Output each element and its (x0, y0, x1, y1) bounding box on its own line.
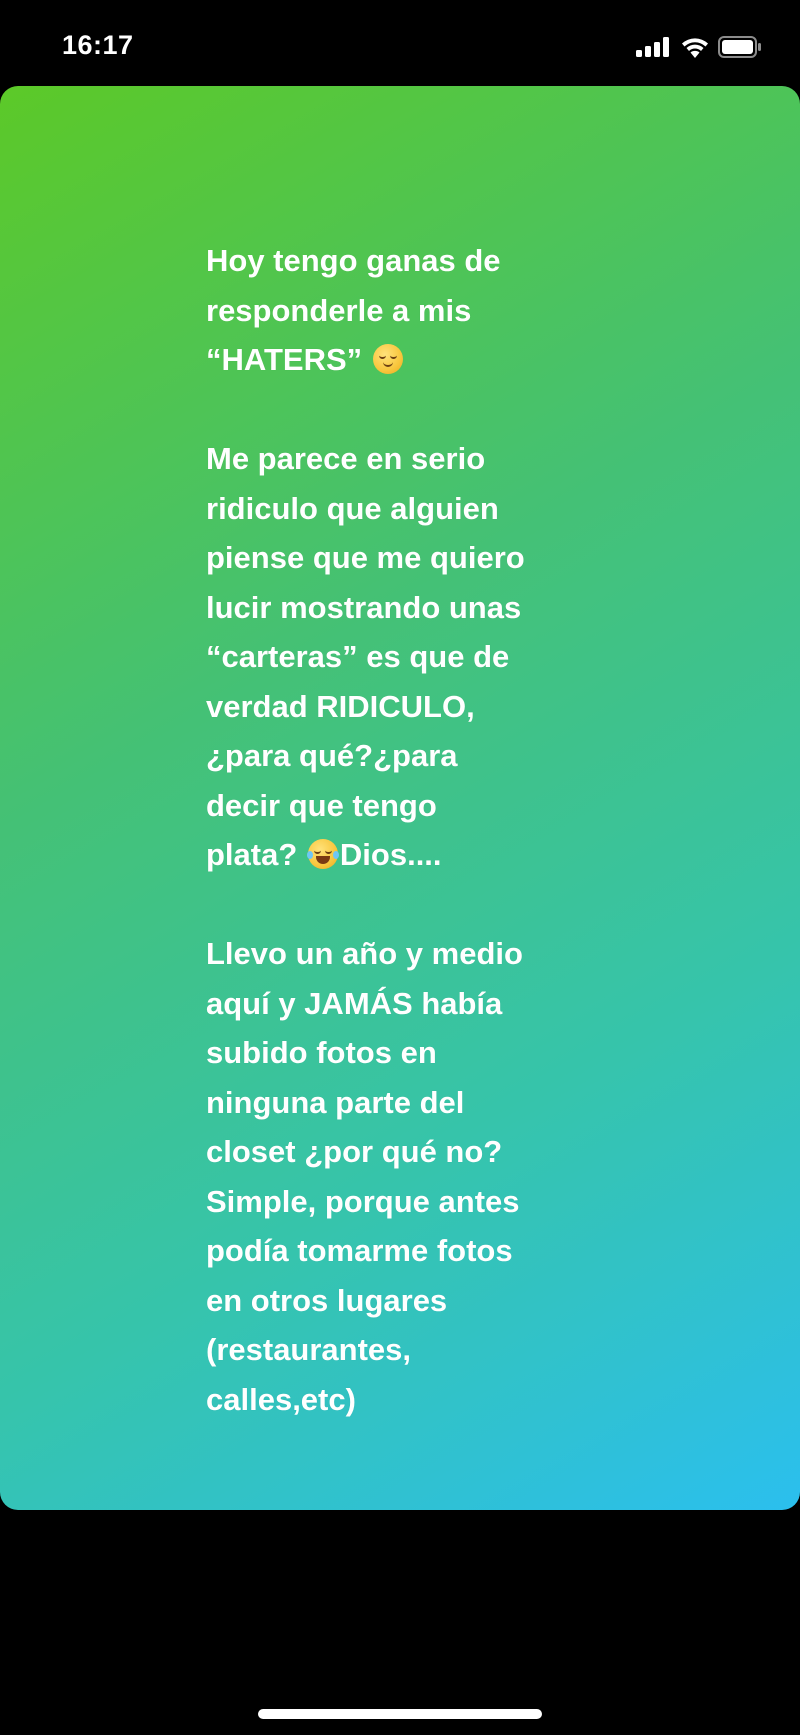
story-line: Simple, porque antes (206, 1183, 520, 1219)
laughing-tears-icon (306, 839, 339, 869)
story-line: plata? Dios.... (206, 830, 646, 880)
story-line: decir que tengo (206, 787, 437, 823)
story-line: Llevo un año y medio (206, 936, 523, 971)
status-time: 16:17 (62, 30, 134, 60)
story-line-text: plata? (206, 837, 306, 872)
story-line: podía tomarme fotos (206, 1233, 513, 1268)
signal-icon (636, 37, 672, 62)
story-line: calles,etc) (206, 1381, 356, 1417)
story-line: ninguna parte del (206, 1084, 465, 1120)
story-line: “HATERS” (206, 335, 646, 385)
status-icons (636, 36, 762, 63)
story-line: subido fotos en (206, 1035, 437, 1070)
story-line: ¿para qué?¿para (206, 738, 458, 773)
story-line: lucir mostrando unas (206, 589, 522, 625)
story-line: aquí y JAMÁS había (206, 985, 503, 1021)
story-line: closet ¿por qué no? (206, 1134, 503, 1169)
home-indicator[interactable] (258, 1709, 542, 1719)
story-card: Hoy tengo ganas de responderle a mis “HA… (0, 86, 800, 1510)
story-line: ridiculo que alguien (206, 490, 499, 526)
story-line: (restaurantes, (206, 1332, 412, 1367)
story-line: en otros lugares (206, 1282, 448, 1318)
story-line: verdad RIDICULO, (206, 688, 475, 724)
story-line-text: “HATERS” (206, 342, 371, 377)
story-line-text: Dios.... (339, 837, 442, 872)
story-line: “carteras” es que de (206, 639, 510, 674)
story-line: responderle a mis (206, 292, 472, 328)
status-bar: 16:17 (0, 0, 800, 90)
story-line: Hoy tengo ganas de (206, 243, 501, 278)
relieved-face-icon (372, 344, 403, 374)
story-line: Me parece en serio (206, 441, 486, 476)
battery-icon (718, 36, 762, 63)
story-text: Hoy tengo ganas de responderle a mis “HA… (206, 236, 646, 1424)
wifi-icon (681, 37, 709, 63)
story-line: piense que me quiero (206, 540, 525, 575)
